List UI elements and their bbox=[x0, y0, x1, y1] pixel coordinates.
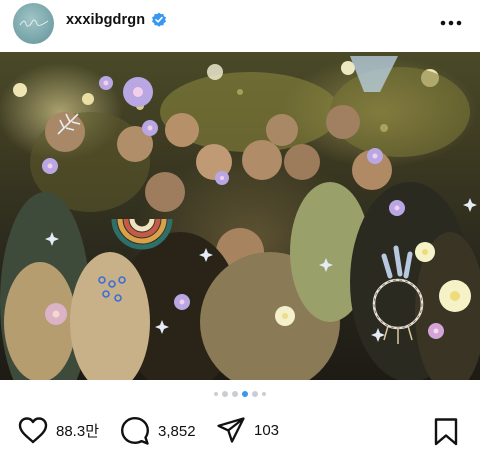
more-horizontal-icon[interactable] bbox=[438, 14, 464, 32]
signature-icon bbox=[19, 19, 49, 27]
carousel-dot-active bbox=[242, 391, 248, 397]
carousel-dot bbox=[214, 392, 218, 396]
post-image[interactable] bbox=[0, 52, 480, 380]
avatar[interactable] bbox=[13, 3, 54, 44]
carousel-dot bbox=[252, 391, 258, 397]
post-photo-illustration bbox=[0, 56, 480, 380]
like-count: 88.3만 bbox=[56, 422, 99, 440]
bookmark-icon[interactable] bbox=[433, 417, 459, 447]
share-count: 103 bbox=[254, 421, 280, 439]
username-wrap: xxxibgdrgn bbox=[66, 12, 167, 28]
comment-button[interactable]: 3,852 bbox=[120, 416, 196, 446]
carousel-dot bbox=[262, 392, 266, 396]
heart-icon bbox=[18, 417, 48, 444]
carousel-dot bbox=[222, 391, 228, 397]
carousel-indicator bbox=[0, 391, 480, 401]
post-action-bar: 88.3만 3,852 103 bbox=[0, 412, 480, 452]
share-button[interactable]: 103 bbox=[216, 416, 279, 444]
comment-count: 3,852 bbox=[158, 422, 196, 440]
post-header: xxxibgdrgn bbox=[0, 0, 480, 46]
like-button[interactable]: 88.3만 bbox=[18, 416, 99, 444]
comment-icon bbox=[121, 417, 149, 445]
verified-badge-icon bbox=[152, 12, 167, 27]
paper-plane-icon bbox=[217, 417, 245, 443]
username[interactable]: xxxibgdrgn bbox=[66, 12, 145, 28]
carousel-dot bbox=[232, 391, 238, 397]
